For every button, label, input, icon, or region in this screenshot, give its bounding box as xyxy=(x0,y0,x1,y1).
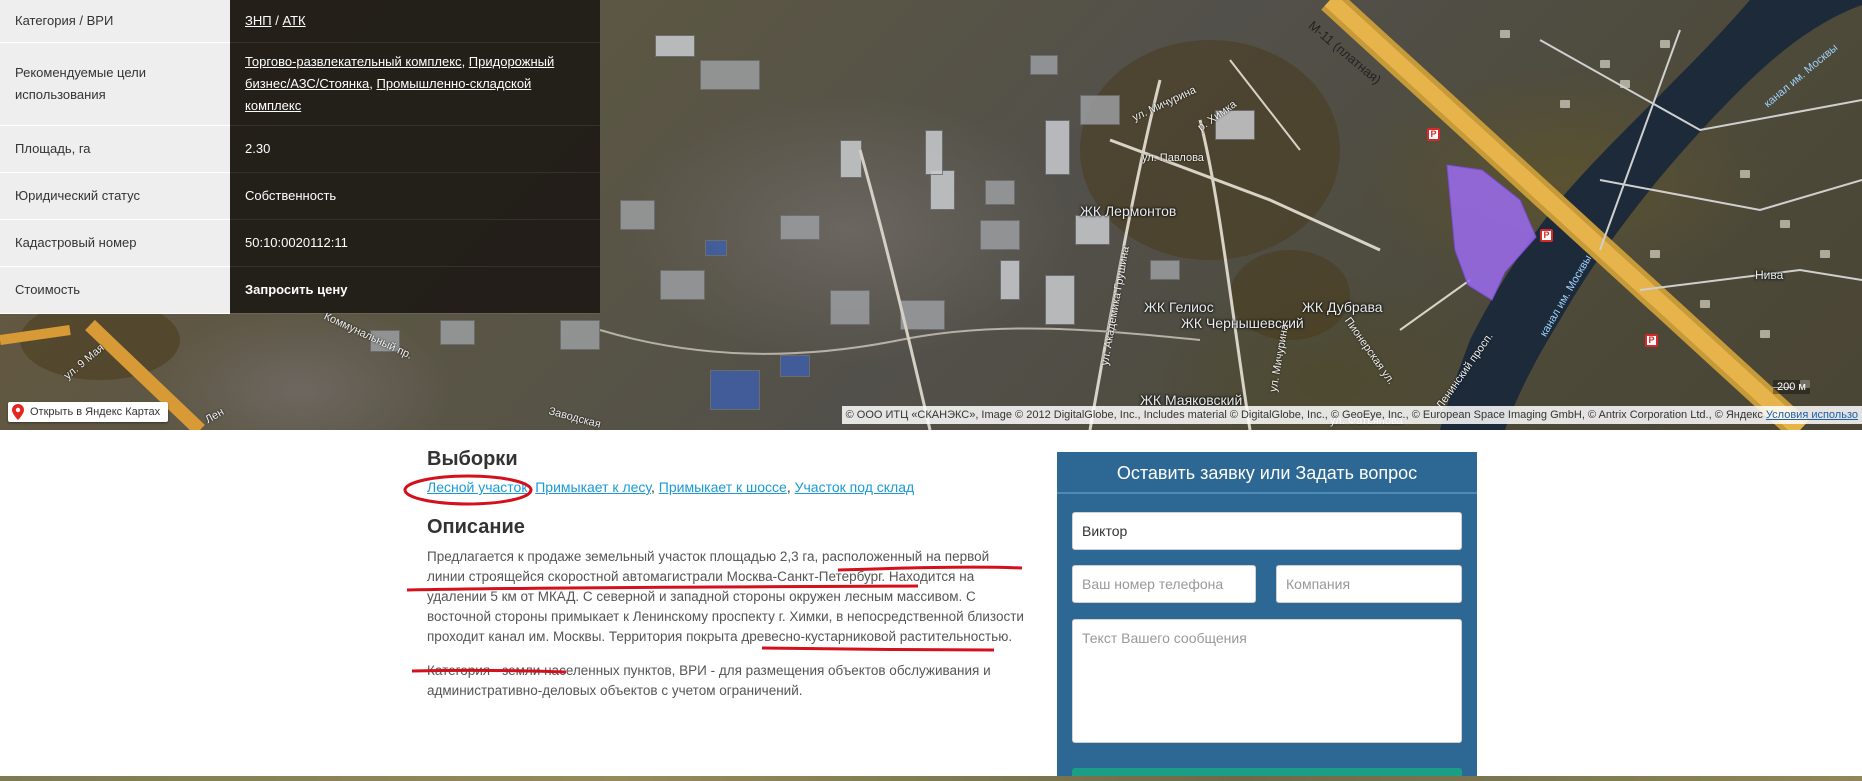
description-title: Описание xyxy=(427,516,525,538)
category-separator: / xyxy=(271,13,283,29)
row-value: 2.30 xyxy=(230,125,600,173)
category-link-znp[interactable]: ЗНП xyxy=(245,13,272,28)
terms-link[interactable]: Условия использо xyxy=(1766,409,1858,421)
table-row: Рекомендуемые цели использования Торгово… xyxy=(0,42,600,126)
row-value: 50:10:0020112:11 xyxy=(230,219,600,267)
label-niva: Нива xyxy=(1755,268,1784,282)
parking-icon[interactable]: P xyxy=(1645,334,1658,347)
row-value: ЗНП / АТК xyxy=(230,0,600,43)
main-content: Выборки Лесной участок, Примыкает к лесу… xyxy=(427,448,1027,715)
company-input[interactable]: Компания xyxy=(1276,565,1462,603)
message-textarea[interactable]: Текст Вашего сообщения xyxy=(1072,619,1462,743)
row-label: Рекомендуемые цели использования xyxy=(0,42,230,126)
attribution-text: © ООО ИТЦ «СКАНЭКС», Image © 2012 Digita… xyxy=(845,409,1763,421)
selection-tags: Лесной участок, Примыкает к лесу, Примык… xyxy=(427,479,1027,495)
table-row: Площадь, га 2.30 xyxy=(0,125,600,173)
road xyxy=(1639,268,1862,291)
tag-adjacent-highway[interactable]: Примыкает к шоссе xyxy=(659,479,787,495)
goal-link-trade[interactable]: Торгово-развлекательный комплекс xyxy=(245,54,462,69)
row-label: Категория / ВРИ xyxy=(0,0,230,43)
map-attribution: © ООО ИТЦ «СКАНЭКС», Image © 2012 Digita… xyxy=(841,406,1862,424)
label-zk-lermontov: ЖК Лермонтов xyxy=(1080,203,1177,219)
tag-forest-plot[interactable]: Лесной участок xyxy=(427,479,527,495)
table-row: Юридический статус Собственность xyxy=(0,172,600,220)
table-row: Кадастровый номер 50:10:0020112:11 xyxy=(0,219,600,267)
road xyxy=(1399,279,1471,331)
tag-adjacent-forest[interactable]: Примыкает к лесу xyxy=(535,479,651,495)
category-link-atk[interactable]: АТК xyxy=(282,13,305,28)
row-label: Кадастровый номер xyxy=(0,219,230,267)
row-value: Торгово-развлекательный комплекс, Придор… xyxy=(230,42,600,126)
row-label: Площадь, га xyxy=(0,125,230,173)
form-title: Оставить заявку или Задать вопрос xyxy=(1057,452,1477,494)
phone-input[interactable]: Ваш номер телефона xyxy=(1072,565,1256,603)
road xyxy=(1229,59,1301,151)
label-zk-gelios: ЖК Гелиос xyxy=(1144,299,1214,315)
property-info-table: Категория / ВРИ ЗНП / АТК Рекомендуемые … xyxy=(0,0,600,314)
label-pavlova: ул. Павлова xyxy=(1142,152,1204,164)
selections-title: Выборки xyxy=(427,448,518,470)
map-pin-icon xyxy=(12,404,24,420)
goal-separator: , xyxy=(461,53,469,69)
row-label: Стоимость xyxy=(0,266,230,314)
contact-form: Оставить заявку или Задать вопрос Виктор… xyxy=(1057,452,1477,781)
name-input[interactable]: Виктор xyxy=(1072,512,1462,550)
tag-separator: , xyxy=(786,479,795,495)
row-value: Собственность xyxy=(230,172,600,220)
parking-icon[interactable]: P xyxy=(1540,229,1553,242)
label-zk-dubrava: ЖК Дубрава xyxy=(1302,299,1383,315)
open-in-yandex-button[interactable]: Открыть в Яндекс Картах xyxy=(8,402,169,422)
parking-icon[interactable]: P xyxy=(1427,128,1440,141)
page: ЖК Лермонтов ЖК Гелиос ЖК Чернышевский Ж… xyxy=(0,0,1862,781)
open-in-yandex-label: Открыть в Яндекс Картах xyxy=(30,406,161,418)
tag-warehouse-plot[interactable]: Участок под склад xyxy=(795,479,915,495)
description-text: Предлагается к продаже земельный участок… xyxy=(427,547,1027,701)
road xyxy=(858,149,932,430)
road xyxy=(1198,119,1252,430)
road-main xyxy=(0,325,71,345)
footer-strip xyxy=(0,776,1862,781)
goal-separator: , xyxy=(369,75,377,91)
description-paragraph: Предлагается к продаже земельный участок… xyxy=(427,549,1024,644)
request-price-link[interactable]: Запросить цену xyxy=(230,266,600,314)
table-row: Категория / ВРИ ЗНП / АТК xyxy=(0,0,600,43)
map-scale: 200 м xyxy=(1773,380,1810,394)
row-label: Юридический статус xyxy=(0,172,230,220)
description-paragraph: Категория - земли населенных пунктов, ВР… xyxy=(427,663,991,698)
table-row: Стоимость Запросить цену xyxy=(0,266,600,314)
tag-separator: , xyxy=(651,479,659,495)
